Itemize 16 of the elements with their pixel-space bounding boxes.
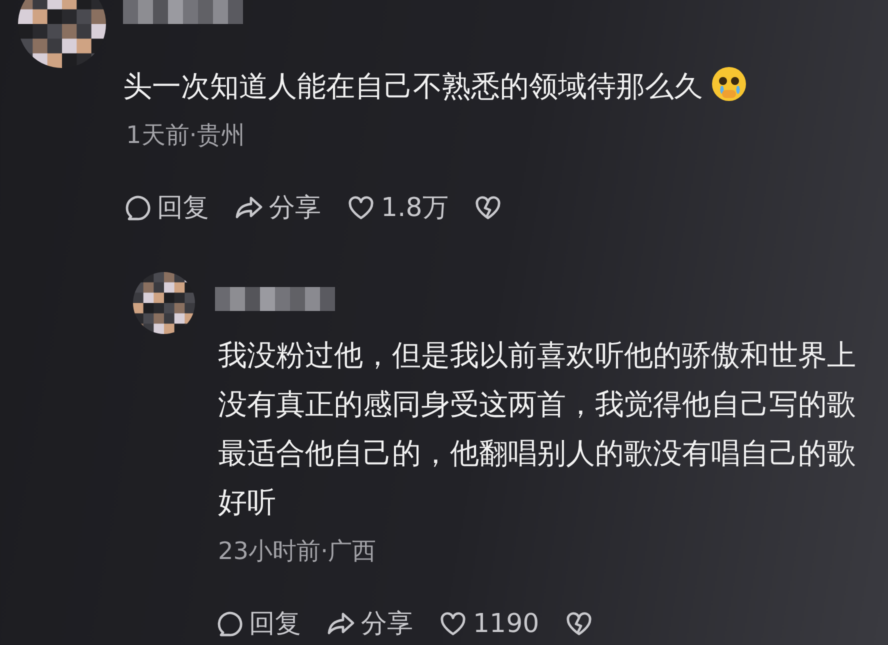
heart-icon xyxy=(439,610,467,638)
heart-icon xyxy=(347,194,375,222)
dislike-button[interactable] xyxy=(565,610,594,638)
comment-text: 头一次知道人能在自己不熟悉的领域待那么久 xyxy=(123,69,703,103)
comment-text: 我没粉过他，但是我以前喜欢听他的骄傲和世界上没有真正的感同身受这两首，我觉得他自己写的歌最适合他自己的，他翻唱别人的歌没有唱自己的歌好听 xyxy=(218,338,856,519)
reply-button[interactable]: 回复 xyxy=(215,606,301,641)
share-button[interactable]: 分享 xyxy=(327,606,413,641)
share-button[interactable]: 分享 xyxy=(235,190,321,225)
dislike-button[interactable] xyxy=(474,194,502,222)
like-button[interactable]: 1190 xyxy=(439,608,540,638)
reply-button[interactable]: 回复 xyxy=(123,190,209,225)
comment-time-location: 1天前·贵州 xyxy=(126,120,246,151)
comment-bubble-icon xyxy=(215,610,243,638)
comment-time-location: 23小时前·广西 xyxy=(218,536,378,567)
comment-bubble-icon xyxy=(123,194,151,222)
like-button[interactable]: 1.8万 xyxy=(347,190,448,225)
